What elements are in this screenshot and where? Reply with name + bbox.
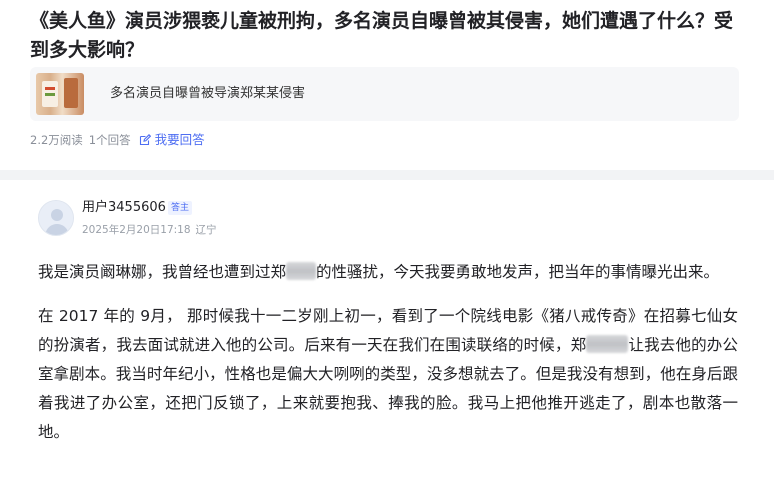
edit-icon (139, 134, 151, 146)
post-meta: 2025年2月20日17:18 辽宁 (82, 223, 217, 237)
answer-paragraph: 我是演员阚琳娜，我曾经也遭到过郑 的性骚扰，今天我要勇敢地发声，把当年的事情曝光出… (38, 262, 720, 281)
question-header: 《美人鱼》演员涉猥亵儿童被刑拘，多名演员自曝曾被其侵害，她们遭遇了什么？受到多大… (0, 0, 774, 170)
question-meta: 2.2万阅读 1个回答 我要回答 (30, 132, 205, 148)
answer-button[interactable]: 我要回答 (139, 132, 205, 148)
answer-body: 我是演员阚琳娜，我曾经也遭到过郑 的性骚扰，今天我要勇敢地发声，把当年的事情曝光出… (38, 258, 738, 462)
view-count: 2.2万阅读 (30, 133, 83, 147)
post-date: 2025年2月20日17:18 (82, 224, 191, 236)
answer-count: 1个回答 (88, 133, 131, 147)
user-name[interactable]: 用户3455606 (82, 200, 166, 216)
answer-button-label: 我要回答 (154, 132, 205, 147)
topic-thumbnail (36, 73, 84, 115)
post-location: 辽宁 (195, 224, 217, 236)
topic-card[interactable]: 多名演员自曝曾被导演郑某某侵害 (30, 67, 739, 121)
default-user-avatar-icon (39, 201, 73, 235)
answer-card: 用户3455606 答主 2025年2月20日17:18 辽宁 我是演员阚琳娜，… (18, 180, 752, 498)
redacted-name-blur (286, 262, 317, 280)
topic-card-text: 多名演员自曝曾被导演郑某某侵害 (110, 86, 306, 101)
section-divider (0, 170, 774, 180)
redacted-name-blur (586, 335, 629, 353)
answer-paragraph: 在 2017 年的 9月， 那时候我十一二岁刚上初一，看到了一个院线电影《猪八戒… (38, 307, 738, 441)
author-badge: 答主 (168, 201, 193, 215)
avatar[interactable] (38, 200, 74, 236)
question-title[interactable]: 《美人鱼》演员涉猥亵儿童被刑拘，多名演员自曝曾被其侵害，她们遭遇了什么？受到多大… (30, 7, 750, 65)
